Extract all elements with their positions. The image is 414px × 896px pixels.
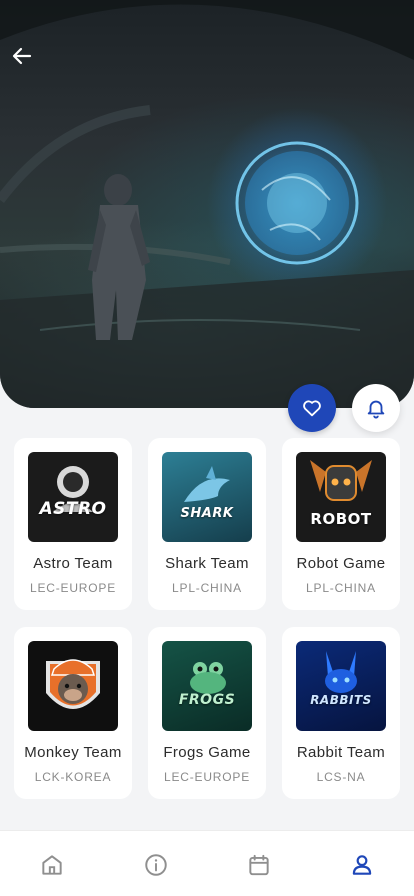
- logo-wordmark: ASTRO: [39, 499, 107, 519]
- team-logo: ROBOT: [296, 452, 386, 542]
- team-logo: [28, 641, 118, 731]
- logo-wordmark: ROBOT: [310, 510, 372, 528]
- team-card-frogs[interactable]: FROGS Frogs Game LEC-EUROPE: [148, 627, 266, 799]
- heart-icon: [303, 400, 321, 417]
- back-button[interactable]: [10, 44, 38, 72]
- team-name: Robot Game: [296, 555, 386, 572]
- team-league: LCS-NA: [316, 770, 366, 784]
- team-logo: RABBITS: [296, 641, 386, 731]
- logo-wordmark: FROGS: [178, 692, 236, 708]
- team-name: Monkey Team: [24, 744, 122, 761]
- bell-icon: [367, 400, 385, 419]
- tab-info[interactable]: [142, 851, 170, 879]
- rabbit-logo-icon: [325, 651, 357, 693]
- tab-home[interactable]: [38, 851, 66, 879]
- shark-logo-icon: [184, 466, 230, 502]
- team-card-rabbit[interactable]: RABBITS Rabbit Team LCS-NA: [282, 627, 400, 799]
- team-card-shark[interactable]: SHARK Shark Team LPL-CHINA: [148, 438, 266, 610]
- team-league: LCK-KOREA: [34, 770, 112, 784]
- arrow-left-icon: [12, 47, 32, 65]
- team-card-robot[interactable]: ROBOT Robot Game LPL-CHINA: [282, 438, 400, 610]
- logo-wordmark: SHARK: [180, 505, 234, 521]
- logo-wordmark: RABBITS: [310, 693, 372, 707]
- info-icon: [145, 854, 167, 876]
- robot-logo-icon: [310, 460, 372, 501]
- team-card-astro[interactable]: ASTRO Astro Team LEC-EUROPE: [14, 438, 132, 610]
- tab-profile[interactable]: [348, 851, 376, 879]
- team-league: LEC-EUROPE: [29, 581, 117, 595]
- astronaut-logo-icon: [53, 466, 93, 512]
- user-icon: [352, 855, 372, 875]
- tab-calendar[interactable]: [245, 851, 273, 879]
- hero-banner-image: [0, 0, 414, 408]
- team-league: LPL-CHINA: [306, 581, 376, 595]
- notification-button[interactable]: [352, 384, 400, 432]
- calendar-icon: [249, 854, 269, 876]
- team-logo: FROGS: [162, 641, 252, 731]
- team-card-monkey[interactable]: Monkey Team LCK-KOREA: [14, 627, 132, 799]
- team-logo: SHARK: [162, 452, 252, 542]
- team-name: Astro Team: [33, 555, 113, 572]
- frog-logo-icon: [190, 662, 226, 694]
- home-icon: [42, 855, 62, 875]
- team-league: LPL-CHINA: [172, 581, 242, 595]
- team-league: LEC-EUROPE: [163, 770, 251, 784]
- hero-artwork: [0, 0, 414, 408]
- team-logo: ASTRO: [28, 452, 118, 542]
- bottom-navigation: [0, 830, 414, 896]
- favorite-button[interactable]: [288, 384, 336, 432]
- team-name: Shark Team: [165, 555, 249, 572]
- team-name: Frogs Game: [163, 744, 251, 761]
- team-name: Rabbit Team: [296, 744, 386, 761]
- monkey-logo-icon: [46, 659, 100, 709]
